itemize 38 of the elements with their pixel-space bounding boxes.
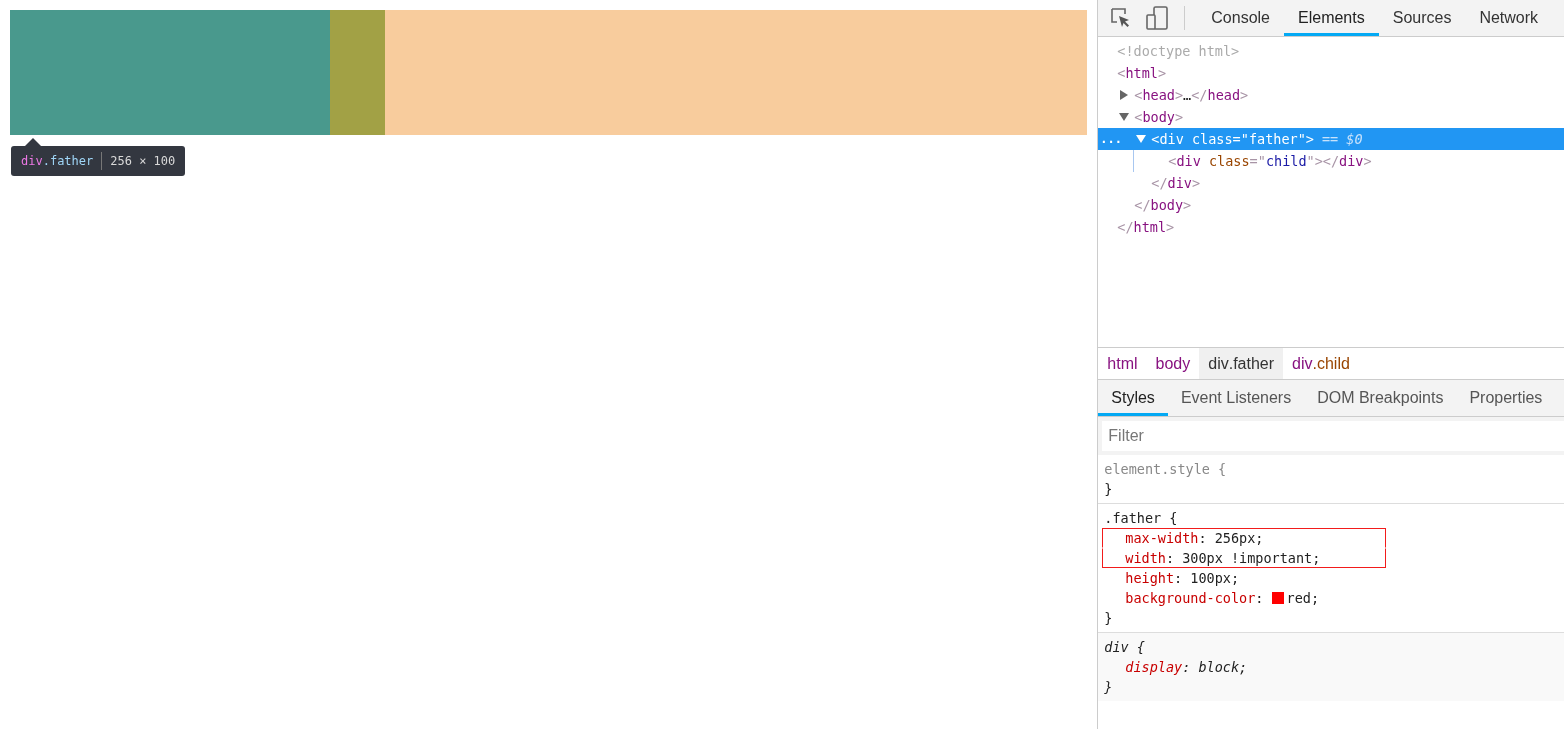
filter-field[interactable]: Filter [1102, 421, 1564, 451]
rule-end: } [1104, 679, 1113, 695]
sidebar-tab[interactable]: DOM Breakpoints [1304, 380, 1457, 416]
dom-node[interactable]: <head>…</head> [1134, 87, 1249, 103]
panel-tab[interactable]: Elements [1284, 0, 1379, 36]
breadcrumb[interactable]: body [1146, 348, 1200, 379]
rule-selector: .father { [1104, 510, 1178, 526]
breadcrumb[interactable]: div.father [1199, 348, 1284, 379]
panel-tab[interactable]: Console [1197, 0, 1284, 36]
panel-tab[interactable]: Network [1465, 0, 1553, 36]
rule-end: } [1104, 610, 1113, 626]
panel-tab[interactable]: Sources [1378, 0, 1466, 36]
dom-node[interactable]: </div> [1151, 175, 1201, 191]
sidebar-tab[interactable]: Properties [1456, 380, 1556, 416]
device-icon[interactable] [1146, 6, 1169, 30]
dom-node[interactable]: </html> [1117, 219, 1175, 235]
dom-node[interactable]: </body> [1134, 197, 1192, 213]
dom-node[interactable]: <html> [1117, 65, 1167, 81]
tooltip-size: 256 × 100 [110, 154, 176, 168]
rule-end: } [1104, 481, 1113, 497]
rule-selector: div { [1104, 639, 1145, 655]
css-declaration: height: 100px; [1124, 569, 1241, 588]
sidebar-tab[interactable]: Event Listeners [1167, 380, 1305, 416]
css-declaration: width: 300px !important; [1102, 548, 1387, 568]
color-swatch[interactable] [1271, 592, 1284, 604]
css-declaration: background-color: red; [1124, 589, 1321, 608]
breadcrumb[interactable]: div.child [1283, 348, 1359, 379]
dom-node[interactable]: <div class="child"></div> [1168, 153, 1372, 169]
rule-selector: element.style { [1104, 461, 1227, 477]
css-declaration: display: block; [1124, 658, 1249, 677]
breadcrumb[interactable]: html [1098, 348, 1147, 379]
collapsed-triangle-icon[interactable] [1119, 90, 1130, 100]
css-declaration: max-width: 256px; [1102, 528, 1387, 548]
expanded-triangle-icon[interactable] [1136, 134, 1147, 144]
expanded-triangle-icon[interactable] [1119, 112, 1130, 122]
selected-node-reference: == $0 [1321, 131, 1363, 147]
dom-node[interactable]: <body> [1134, 109, 1184, 125]
tooltip-selector: div.father [21, 154, 94, 168]
